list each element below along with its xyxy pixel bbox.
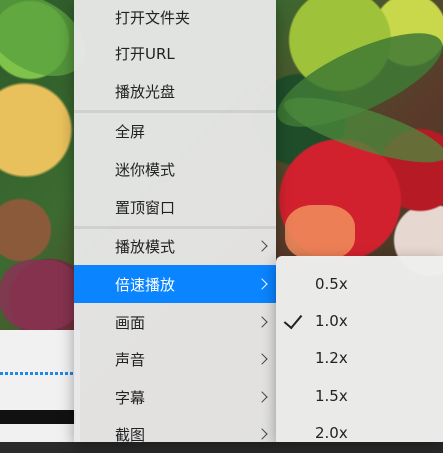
- speed-option-1-5x[interactable]: 1.5x: [276, 377, 443, 414]
- video-image-detail: [285, 205, 355, 260]
- chevron-right-icon: [256, 278, 268, 290]
- chevron-right-icon: [256, 240, 268, 252]
- menu-item-screenshot[interactable]: 截图: [74, 415, 276, 453]
- menu-item-label: 声音: [115, 350, 146, 369]
- menu-item-label: 置顶窗口: [115, 198, 176, 217]
- menu-item-picture[interactable]: 画面: [74, 303, 276, 341]
- chevron-right-icon: [256, 353, 268, 365]
- speed-option-2-0x[interactable]: 2.0x: [276, 414, 443, 451]
- speed-option-label: 1.0x: [315, 311, 348, 330]
- speed-option-label: 1.5x: [315, 386, 348, 405]
- menu-item-open-url[interactable]: 打开URL: [74, 34, 276, 72]
- speed-option-0-5x[interactable]: 0.5x: [276, 265, 443, 302]
- menu-item-play-mode[interactable]: 播放模式: [74, 227, 276, 265]
- chevron-right-icon: [256, 428, 268, 440]
- menu-item-label: 截图: [115, 425, 146, 444]
- speed-option-label: 2.0x: [315, 423, 348, 442]
- menu-item-open-folder[interactable]: 打开文件夹: [74, 0, 276, 36]
- player-control-panel: [0, 330, 80, 442]
- menu-item-mini-mode[interactable]: 迷你模式: [74, 150, 276, 188]
- speed-option-1-2x[interactable]: 1.2x: [276, 339, 443, 376]
- speed-option-label: 1.2x: [315, 348, 348, 367]
- progress-bar[interactable]: [0, 372, 76, 375]
- chevron-right-icon: [256, 316, 268, 328]
- menu-item-audio[interactable]: 声音: [74, 340, 276, 378]
- player-toolbar: [0, 410, 76, 424]
- chevron-right-icon: [256, 391, 268, 403]
- menu-item-label: 播放模式: [115, 237, 176, 256]
- menu-item-label: 全屏: [115, 122, 146, 141]
- menu-item-playback-speed[interactable]: 倍速播放: [74, 265, 276, 303]
- menu-item-label: 字幕: [115, 388, 146, 407]
- menu-item-label: 倍速播放: [115, 275, 176, 294]
- speed-submenu: 0.5x 1.0x 1.2x 1.5x 2.0x: [276, 256, 443, 442]
- menu-item-label: 迷你模式: [115, 160, 176, 179]
- video-image-detail: [0, 260, 80, 330]
- menu-item-fullscreen[interactable]: 全屏: [74, 112, 276, 150]
- menu-item-always-on-top[interactable]: 置顶窗口: [74, 188, 276, 226]
- menu-item-play-disc[interactable]: 播放光盘: [74, 72, 276, 110]
- context-menu: 打开文件夹 打开URL 播放光盘 全屏 迷你模式 置顶窗口 播放模式 倍速播放 …: [74, 0, 276, 444]
- menu-item-subtitles[interactable]: 字幕: [74, 378, 276, 416]
- speed-option-1-0x[interactable]: 1.0x: [276, 302, 443, 339]
- checkmark-icon: [283, 309, 303, 329]
- menu-item-label: 播放光盘: [115, 82, 176, 101]
- speed-option-label: 0.5x: [315, 274, 348, 293]
- menu-item-label: 画面: [115, 313, 146, 332]
- menu-item-label: 打开URL: [115, 44, 175, 63]
- menu-item-label: 打开文件夹: [115, 8, 191, 27]
